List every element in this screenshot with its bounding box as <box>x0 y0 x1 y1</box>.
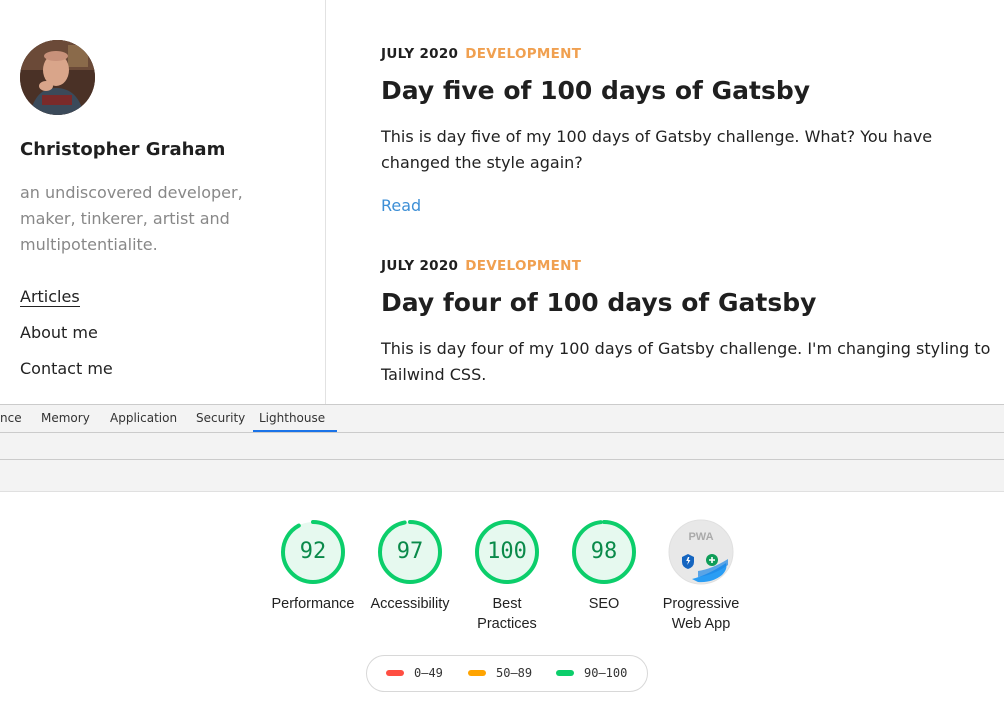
gauge-label-line2: Web App <box>671 616 731 632</box>
lighthouse-toolbar <box>0 433 1004 460</box>
gauge-accessibility[interactable]: 97 Accessibility <box>360 519 460 614</box>
gauge-label: Best Practices <box>457 594 557 634</box>
score-gauges: 92 Performance 97 Accessibility 100 Best… <box>0 519 1004 639</box>
pwa-badge: PWA <box>668 519 734 585</box>
post-date: JULY 2020 <box>381 46 459 62</box>
score-ring: 100 <box>474 519 540 585</box>
legend-swatch-pass <box>556 669 574 676</box>
post-title[interactable]: Day five of 100 days of Gatsby <box>381 76 1004 105</box>
legend-item-average: 50–89 <box>468 656 532 691</box>
post-excerpt: This is day four of my 100 days of Gatsb… <box>381 339 991 384</box>
post-excerpt: This is day five of my 100 days of Gatsb… <box>381 127 933 172</box>
score-ring: 92 <box>280 519 346 585</box>
post-meta: JULY 2020 DEVELOPMENT <box>381 258 1004 276</box>
legend-label: 50–89 <box>496 666 533 680</box>
post-category[interactable]: DEVELOPMENT <box>465 46 581 62</box>
gauge-label-line1: Accessibility <box>370 596 450 612</box>
gauge-label: Progressive Web App <box>651 594 751 634</box>
devtools-tab-bar: nce Memory Application Security Lighthou… <box>0 405 1004 433</box>
gauge-label-line1: Progressive <box>662 596 740 612</box>
gauge-label-line2: Practices <box>477 616 537 632</box>
site-nav: Articles About me Contact me <box>20 287 113 395</box>
gauge-pwa[interactable]: PWA Progressive Web App <box>651 519 751 634</box>
pwa-badge-text: PWA <box>688 531 714 543</box>
gauge-label: SEO <box>554 594 654 614</box>
nav-item-label: Articles <box>20 287 80 307</box>
score-ring: 97 <box>377 519 443 585</box>
nav-item-about[interactable]: About me <box>20 323 113 359</box>
author-bio: an undiscovered developer, maker, tinker… <box>20 183 243 254</box>
gauge-best-practices[interactable]: 100 Best Practices <box>457 519 557 634</box>
legend-label: 0–49 <box>414 666 443 680</box>
score-value: 98 <box>590 539 618 564</box>
post-meta: JULY 2020 DEVELOPMENT <box>381 46 1004 64</box>
sidebar: Christopher Graham an undiscovered devel… <box>0 0 326 405</box>
devtools-panel: nce Memory Application Security Lighthou… <box>0 404 1004 711</box>
gauge-performance[interactable]: 92 Performance <box>263 519 363 614</box>
blog-page: Christopher Graham an undiscovered devel… <box>0 0 1004 405</box>
tab-performance[interactable]: nce <box>0 405 28 432</box>
gauge-label-line1: Performance <box>271 596 355 612</box>
nav-item-contact[interactable]: Contact me <box>20 359 113 395</box>
avatar <box>20 40 95 115</box>
nav-item-label: About me <box>20 323 98 342</box>
post-date: JULY 2020 <box>381 258 459 274</box>
author-name: Christopher Graham <box>20 139 226 160</box>
legend-swatch-average <box>468 669 486 676</box>
post-title[interactable]: Day four of 100 days of Gatsby <box>381 288 1004 317</box>
score-value: 100 <box>487 539 527 564</box>
post-category[interactable]: DEVELOPMENT <box>465 258 581 274</box>
nav-item-label: Contact me <box>20 359 113 378</box>
post-card: JULY 2020 DEVELOPMENT Day four of 100 day… <box>381 258 1004 388</box>
legend-swatch-fail <box>386 669 404 676</box>
legend-label: 90–100 <box>584 666 628 680</box>
legend-item-fail: 0–49 <box>386 656 443 691</box>
score-legend: 0–49 50–89 90–100 <box>366 655 648 692</box>
tab-lighthouse[interactable]: Lighthouse <box>253 405 337 432</box>
gauge-label-line1: Best <box>492 596 522 612</box>
gauge-label-line1: SEO <box>588 596 620 612</box>
lighthouse-report-bar <box>0 460 1004 492</box>
gauge-label: Accessibility <box>360 594 460 614</box>
tab-memory[interactable]: Memory <box>35 405 96 432</box>
tab-security[interactable]: Security <box>190 405 251 432</box>
gauge-seo[interactable]: 98 SEO <box>554 519 654 614</box>
score-value: 97 <box>396 539 424 564</box>
post-card: JULY 2020 DEVELOPMENT Day five of 100 day… <box>381 46 1004 215</box>
legend-item-pass: 90–100 <box>556 656 627 691</box>
tab-application[interactable]: Application <box>104 405 183 432</box>
read-link[interactable]: Read <box>381 196 421 215</box>
score-ring: 98 <box>571 519 637 585</box>
score-value: 92 <box>299 539 327 564</box>
nav-item-articles[interactable]: Articles <box>20 287 113 323</box>
gauge-label: Performance <box>263 594 363 614</box>
